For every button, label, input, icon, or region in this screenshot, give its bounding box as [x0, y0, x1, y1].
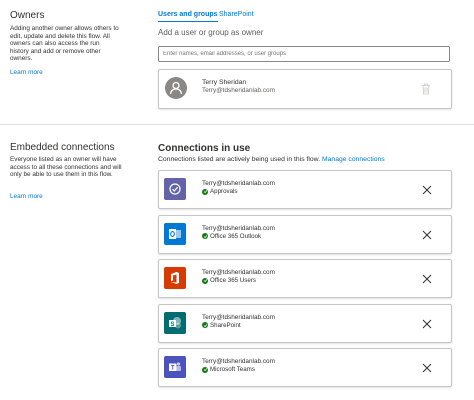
- teams-icon: T: [164, 356, 186, 378]
- connection-name: Approvals: [210, 188, 238, 195]
- remove-connection-button[interactable]: [421, 361, 433, 373]
- connection-name: SharePoint: [210, 321, 241, 329]
- owner-email: Terry@tdsheridanlab.com: [202, 87, 275, 94]
- connections-subtitle-text: Connections listed are actively being us…: [158, 156, 321, 163]
- sharepoint-icon: S: [164, 311, 186, 334]
- owner-search-input[interactable]: [158, 46, 450, 62]
- connection-account-email: Terry@tdsheridanlab.com: [202, 180, 275, 187]
- owners-title: Owners: [10, 10, 45, 21]
- connection-card-office365-users: Terry@tdsheridanlab.com Office 365 Users: [158, 259, 452, 298]
- tab-sharepoint[interactable]: SharePoint: [219, 11, 254, 18]
- check-circle-icon: [202, 322, 208, 328]
- connection-status: SharePoint: [202, 322, 241, 329]
- approvals-icon: [164, 178, 186, 200]
- embedded-connections-title: Embedded connections: [10, 142, 115, 153]
- delete-owner-button[interactable]: [421, 82, 431, 95]
- connection-card-outlook: Terry@tdsheridanlab.com Office 365 Outlo…: [158, 214, 452, 254]
- connection-account-email: Terry@tdsheridanlab.com: [202, 313, 275, 321]
- close-icon: [422, 319, 432, 328]
- connection-name: Office 365 Users: [210, 277, 256, 284]
- connection-status: Approvals: [202, 188, 238, 195]
- embedded-connections-description: Everyone listed as an owner will have ac…: [10, 156, 122, 179]
- svg-text:S: S: [170, 321, 174, 327]
- person-icon: [169, 81, 183, 95]
- close-icon: [422, 230, 432, 239]
- check-circle-icon: [202, 366, 208, 373]
- connection-card-sharepoint: S Terry@tdsheridanlab.com SharePoint: [158, 303, 452, 343]
- remove-connection-button[interactable]: [421, 317, 433, 329]
- outlook-icon: [164, 222, 186, 245]
- avatar: [165, 77, 187, 99]
- connection-status: Microsoft Teams: [202, 366, 255, 373]
- connection-status: Office 365 Outlook: [202, 233, 261, 240]
- svg-text:T: T: [171, 366, 175, 372]
- tab-users-and-groups[interactable]: Users and groups: [158, 11, 218, 22]
- remove-connection-button[interactable]: [421, 183, 433, 195]
- connection-account-email: Terry@tdsheridanlab.com: [202, 269, 275, 276]
- close-icon: [422, 185, 432, 195]
- add-owner-label: Add a user or group as owner: [158, 28, 264, 37]
- check-circle-icon: [202, 277, 208, 284]
- owner-name: Terry Sheridan: [202, 79, 247, 86]
- connection-account-email: Terry@tdsheridanlab.com: [202, 224, 275, 232]
- check-circle-icon: [202, 188, 208, 195]
- connection-status: Office 365 Users: [202, 277, 256, 284]
- embedded-learn-more-link[interactable]: Learn more: [10, 193, 43, 200]
- connection-card-teams: T Terry@tdsheridanlab.com Microsoft Team…: [158, 348, 452, 387]
- manage-connections-link[interactable]: Manage connections: [322, 156, 385, 163]
- remove-connection-button[interactable]: [421, 272, 433, 284]
- connections-title: Connections in use: [158, 143, 251, 154]
- section-divider: [0, 124, 474, 125]
- remove-connection-button[interactable]: [421, 228, 433, 240]
- owner-card: Terry Sheridan Terry@tdsheridanlab.com: [158, 69, 452, 109]
- close-icon: [422, 274, 432, 284]
- connection-account-email: Terry@tdsheridanlab.com: [202, 358, 275, 365]
- connection-card-approvals: Terry@tdsheridanlab.com Approvals: [158, 170, 452, 209]
- owners-description: Adding another owner allows others to ed…: [10, 25, 119, 63]
- office-icon: [164, 267, 186, 289]
- owners-learn-more-link[interactable]: Learn more: [10, 69, 43, 76]
- trash-icon: [422, 83, 430, 95]
- connections-subtitle: Connections listed are actively being us…: [158, 156, 385, 163]
- connection-name: Microsoft Teams: [210, 366, 255, 373]
- connection-name: Office 365 Outlook: [210, 232, 262, 240]
- check-circle-icon: [202, 233, 208, 239]
- close-icon: [422, 363, 432, 373]
